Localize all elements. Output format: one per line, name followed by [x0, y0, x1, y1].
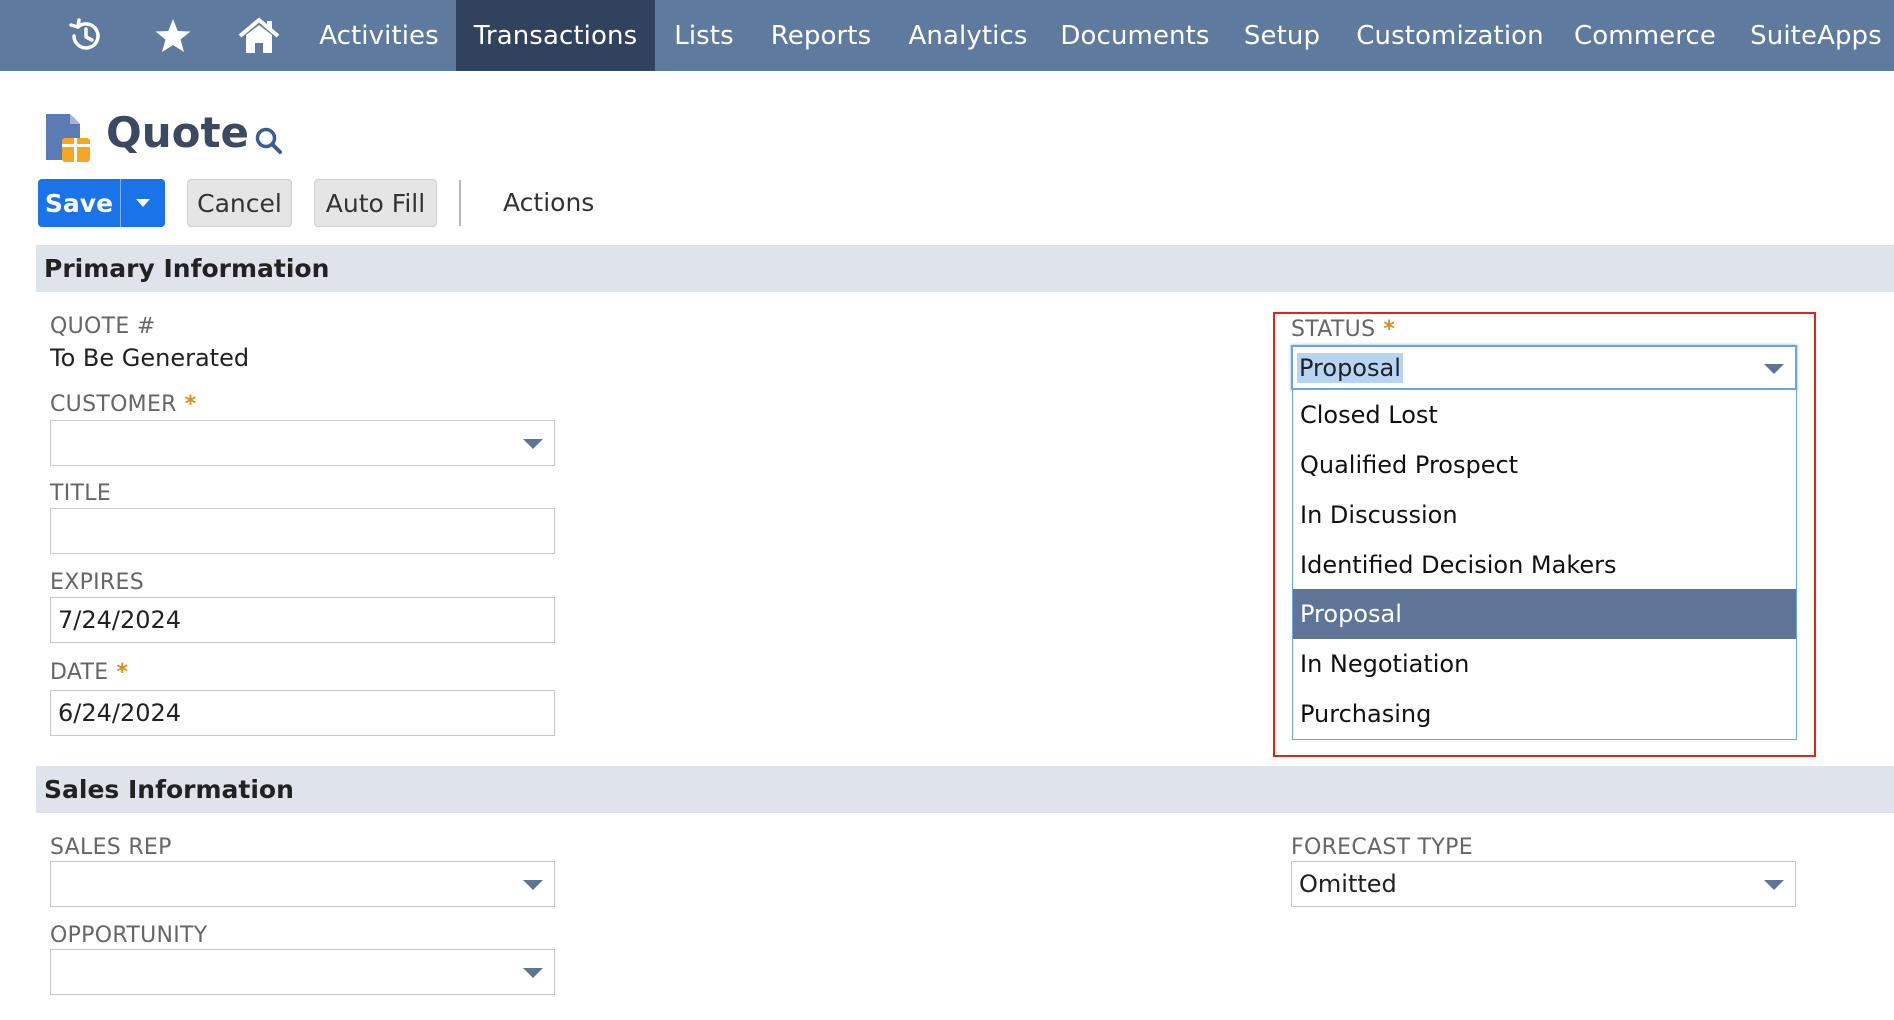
- sales-rep-select[interactable]: [50, 861, 555, 907]
- nav-suiteapps[interactable]: SuiteApps: [1746, 0, 1886, 71]
- search-icon[interactable]: [253, 125, 285, 157]
- status-selected-value: Proposal: [1297, 353, 1403, 383]
- expires-label: EXPIRES: [50, 570, 144, 595]
- sales-rep-label: SALES REP: [50, 835, 172, 860]
- forecast-type-select[interactable]: Omitted: [1291, 861, 1796, 907]
- nav-commerce[interactable]: Commerce: [1570, 0, 1720, 71]
- status-option-in-discussion[interactable]: In Discussion: [1293, 490, 1796, 540]
- customer-label-text: CUSTOMER: [50, 392, 177, 417]
- status-option-proposal[interactable]: Proposal: [1293, 589, 1796, 639]
- chevron-down-icon: [1764, 880, 1784, 890]
- nav-transactions[interactable]: Transactions: [456, 0, 655, 71]
- page-title: Quote: [106, 108, 250, 157]
- status-select[interactable]: Proposal: [1291, 345, 1797, 390]
- primary-information-header[interactable]: Primary Information: [36, 245, 1894, 292]
- sales-information-header[interactable]: Sales Information: [36, 766, 1894, 813]
- nav-activities[interactable]: Activities: [304, 0, 454, 71]
- chevron-down-icon: [136, 199, 150, 207]
- top-navigation: Activities Transactions Lists Reports An…: [0, 0, 1894, 71]
- quote-icon: [46, 114, 90, 162]
- customer-label: CUSTOMER *: [50, 392, 197, 417]
- chevron-down-icon: [523, 880, 543, 890]
- recent-icon[interactable]: [51, 0, 121, 71]
- chevron-down-icon: [523, 439, 543, 449]
- nav-customization[interactable]: Customization: [1350, 0, 1550, 71]
- required-star: *: [116, 660, 129, 685]
- status-option-identified-decision-makers[interactable]: Identified Decision Makers: [1293, 540, 1796, 590]
- actions-menu[interactable]: Actions: [503, 188, 594, 217]
- nav-analytics[interactable]: Analytics: [896, 0, 1040, 71]
- status-option-purchasing[interactable]: Purchasing: [1293, 689, 1796, 739]
- star-icon[interactable]: [138, 0, 208, 71]
- opportunity-select[interactable]: [50, 949, 555, 995]
- expires-input[interactable]: 7/24/2024: [50, 597, 555, 643]
- save-button[interactable]: Save: [38, 179, 120, 227]
- status-label: STATUS *: [1291, 317, 1395, 342]
- nav-setup[interactable]: Setup: [1236, 0, 1328, 71]
- status-dropdown-list: Closed Lost Qualified Prospect In Discus…: [1292, 390, 1797, 740]
- toolbar-divider: [459, 180, 461, 226]
- status-label-text: STATUS: [1291, 317, 1376, 342]
- chevron-down-icon: [523, 968, 543, 978]
- status-option-closed-lost[interactable]: Closed Lost: [1293, 390, 1796, 440]
- date-input[interactable]: 6/24/2024: [50, 690, 555, 736]
- cancel-button[interactable]: Cancel: [187, 179, 292, 227]
- opportunity-label: OPPORTUNITY: [50, 923, 208, 948]
- required-star: *: [184, 392, 197, 417]
- quote-number-value: To Be Generated: [50, 344, 250, 372]
- chevron-down-icon: [1764, 364, 1784, 374]
- quote-number-label: QUOTE #: [50, 314, 156, 339]
- save-dropdown-button[interactable]: [121, 179, 165, 227]
- nav-documents[interactable]: Documents: [1054, 0, 1216, 71]
- title-input[interactable]: [50, 508, 555, 554]
- date-label: DATE *: [50, 660, 128, 685]
- forecast-type-label: FORECAST TYPE: [1291, 835, 1473, 860]
- required-star: *: [1383, 317, 1396, 342]
- status-option-qualified-prospect[interactable]: Qualified Prospect: [1293, 440, 1796, 490]
- nav-reports[interactable]: Reports: [756, 0, 886, 71]
- home-icon[interactable]: [224, 0, 294, 71]
- forecast-type-value: Omitted: [1299, 870, 1397, 898]
- auto-fill-button[interactable]: Auto Fill: [314, 179, 437, 227]
- nav-lists[interactable]: Lists: [658, 0, 750, 71]
- title-label: TITLE: [50, 481, 112, 506]
- customer-select[interactable]: [50, 420, 555, 466]
- date-label-text: DATE: [50, 660, 109, 685]
- save-button-group: Save: [38, 179, 165, 227]
- status-option-in-negotiation[interactable]: In Negotiation: [1293, 639, 1796, 689]
